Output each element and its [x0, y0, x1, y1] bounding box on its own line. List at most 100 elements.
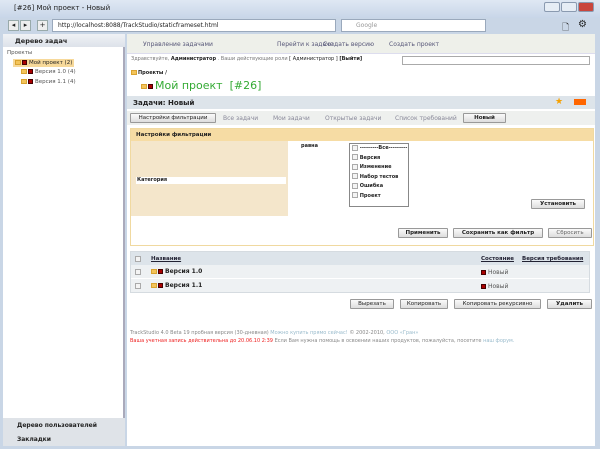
set-button[interactable]: Установить	[531, 199, 585, 209]
task-tree-header: Дерево задач	[3, 34, 125, 47]
option[interactable]: Версия	[352, 154, 408, 164]
delete-button[interactable]: Удалить	[547, 299, 592, 309]
copy-button[interactable]: Копировать	[400, 299, 448, 309]
task-table: Название Состояние Версия требования Вер…	[130, 251, 590, 293]
gear-icon[interactable]: ⚙	[578, 19, 587, 30]
license-warning: Ваша учетная запись действительна до 20.…	[130, 338, 273, 344]
row-state: Новый	[488, 269, 509, 276]
table-row[interactable]: Версия 1.1 Новый	[131, 279, 589, 293]
row-checkbox[interactable]	[135, 282, 141, 289]
forward-icon[interactable]: ▸	[20, 20, 31, 31]
apply-button[interactable]: Применить	[398, 228, 448, 238]
role[interactable]: [ Администратор ]	[289, 56, 338, 62]
folder-icon	[141, 83, 147, 89]
status-icon	[481, 270, 486, 275]
star-icon[interactable]: ★	[555, 97, 563, 107]
row-name[interactable]: Версия 1.0	[165, 268, 202, 275]
user-name[interactable]: Администратор	[171, 56, 216, 62]
breadcrumb-label: Проекты /	[138, 70, 167, 76]
option[interactable]: Изменение	[352, 163, 408, 173]
tree-item-version-1-0[interactable]: Версия 1.0 (4)	[21, 69, 76, 75]
bookmarks-tab[interactable]: Закладки	[3, 432, 125, 446]
tab-filter-settings[interactable]: Настройки фильтрации	[130, 113, 216, 123]
option[interactable]: Проект	[352, 192, 408, 202]
filter-panel: Настройки фильтрации Категория равна ---…	[130, 128, 594, 246]
folder-icon	[21, 79, 27, 84]
create-version-link[interactable]: Создать версию	[323, 41, 374, 48]
tree-item-version-1-1[interactable]: Версия 1.1 (4)	[21, 79, 76, 85]
main-toolbar: Управление задачами Перейти к задаче Соз…	[127, 34, 595, 54]
section-header: Задачи: Новый ★	[127, 96, 595, 109]
greeting: Здравствуйте, Администратор . Ваши дейст…	[131, 56, 362, 62]
folder-icon	[151, 269, 157, 274]
field-select[interactable]: Категория	[136, 177, 286, 184]
window-titlebar: [#26] Мой проект - Новый	[0, 0, 600, 18]
row-name[interactable]: Версия 1.1	[165, 282, 202, 289]
select-all-checkbox[interactable]	[135, 255, 141, 262]
row-state: Новый	[488, 283, 509, 290]
help-text: Если Вам нужна помощь в освоении наших п…	[274, 338, 482, 344]
left-bottom-panes: Дерево пользователей Закладки	[3, 418, 125, 446]
col-state[interactable]: Состояние	[481, 256, 514, 262]
rss-icon[interactable]	[574, 99, 586, 105]
address-bar[interactable]: http://localhost:8088/TrackStudio/static…	[52, 19, 336, 32]
tab-open-tasks[interactable]: Открытые задачи	[325, 115, 381, 122]
folder-icon	[131, 70, 137, 75]
status-icon	[158, 269, 163, 274]
col-version[interactable]: Версия требования	[522, 256, 583, 262]
footer-copy: © 2002-2010,	[349, 330, 385, 336]
reset-button[interactable]: Сбросить	[548, 228, 592, 238]
search-input[interactable]: Google	[341, 19, 486, 32]
folder-icon	[21, 69, 27, 74]
back-icon[interactable]: ◂	[8, 20, 19, 31]
row-checkbox[interactable]	[135, 268, 141, 275]
footer-version: TrackStudio 4.0 Beta 19 пробная версия (…	[130, 330, 269, 336]
user-tree-tab[interactable]: Дерево пользователей	[3, 418, 125, 432]
greeting-text: Здравствуйте,	[131, 56, 170, 62]
left-panel: Дерево задач Проекты Мой проект (2) Верс…	[3, 34, 125, 446]
close-button[interactable]	[578, 2, 594, 12]
cut-button[interactable]: Вырезать	[350, 299, 394, 309]
task-title: Мой проект [#26]	[141, 79, 261, 92]
status-icon	[158, 283, 163, 288]
tab-all-tasks[interactable]: Все задачи	[223, 115, 258, 122]
col-name[interactable]: Название	[151, 256, 181, 262]
filter-header: Настройки фильтрации	[131, 129, 593, 141]
tree-root[interactable]: Проекты	[7, 50, 32, 56]
task-name: Мой проект	[155, 79, 223, 92]
status-icon	[22, 60, 27, 65]
option[interactable]: Набор тестов	[352, 173, 402, 183]
footer: TrackStudio 4.0 Beta 19 пробная версия (…	[130, 329, 514, 345]
folder-icon	[151, 283, 157, 288]
section-title: Задачи: Новый	[133, 99, 195, 107]
status-icon	[148, 83, 153, 89]
tab-my-tasks[interactable]: Мои задачи	[273, 115, 310, 122]
quick-search-input[interactable]	[402, 56, 590, 65]
copy-recursive-button[interactable]: Копировать рекурсивно	[454, 299, 541, 309]
tab-new-dropdown[interactable]: Новый	[463, 113, 506, 123]
tree-item-my-project[interactable]: Мой проект (2)	[13, 59, 75, 67]
save-filter-button[interactable]: Сохранить как фильтр	[453, 228, 543, 238]
create-project-link[interactable]: Создать проект	[389, 41, 439, 48]
company-link[interactable]: ООО «Гран»	[386, 330, 418, 336]
status-icon	[28, 69, 33, 74]
browser-navbar: ◂ ▸ + http://localhost:8088/TrackStudio/…	[4, 19, 596, 33]
filter-field-cell: Категория	[131, 141, 288, 216]
roles-label: . Ваши действующие роли	[217, 56, 288, 62]
add-icon[interactable]: +	[37, 20, 48, 31]
tab-requirements[interactable]: Список требований	[395, 115, 457, 122]
minimize-button[interactable]	[544, 2, 560, 12]
breadcrumb[interactable]: Проекты /	[131, 70, 167, 76]
option[interactable]: ---------Все---------	[352, 144, 408, 154]
option[interactable]: Ошибка	[352, 182, 408, 192]
operator-select[interactable]: равна	[301, 143, 343, 150]
value-listbox[interactable]: ---------Все--------- Версия Изменение Н…	[349, 143, 409, 207]
table-row[interactable]: Версия 1.0 Новый	[131, 265, 589, 279]
forum-link[interactable]: наш форум.	[483, 338, 514, 344]
maximize-button[interactable]	[561, 2, 577, 12]
tree-root-label: Проекты	[7, 50, 33, 56]
tabs: Настройки фильтрации Все задачи Мои зада…	[127, 111, 595, 125]
logout-link[interactable]: [Выйти]	[339, 56, 362, 62]
buy-link[interactable]: Можно купить прямо сейчас!	[270, 330, 347, 336]
manage-tasks-menu[interactable]: Управление задачами	[143, 41, 213, 48]
